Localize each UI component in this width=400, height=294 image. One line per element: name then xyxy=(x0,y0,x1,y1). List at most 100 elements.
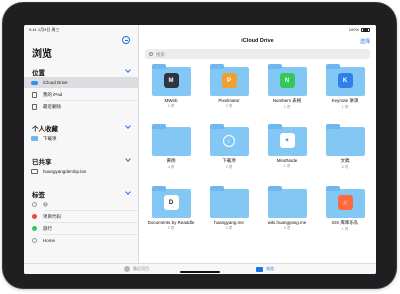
file-name: 下载项 xyxy=(222,158,236,163)
clock-icon xyxy=(124,266,130,272)
chevron-down-icon[interactable] xyxy=(125,67,131,73)
folder-item-mindnode[interactable]: ✦ MindNode 1 项 xyxy=(259,124,315,169)
file-meta: 1 项 xyxy=(283,164,291,168)
chevron-down-icon[interactable] xyxy=(125,156,131,162)
file-name: Documents by Readdle xyxy=(147,220,195,225)
section-favorites: 个人收藏 xyxy=(32,126,58,133)
folder-item-pixelmator[interactable]: P Pixelmator 0 项 xyxy=(201,64,257,109)
file-name: 文稿 xyxy=(340,158,350,163)
folder-icon: N xyxy=(267,64,307,96)
folder-item-keynote[interactable]: K Keynote 讲演 1 项 xyxy=(317,64,373,110)
app-badge-icon: P xyxy=(221,73,237,88)
sidebar-item-label: huangyangdembp.lan xyxy=(43,169,87,174)
file-meta: 3 项 xyxy=(225,226,233,230)
folder-item-documents-readdle[interactable]: D Documents by Readdle 0 项 xyxy=(143,186,199,231)
sidebar-item-tag[interactable]: 😃 xyxy=(24,199,138,210)
tab-recents[interactable]: 最近项目 xyxy=(124,266,149,272)
home-indicator[interactable] xyxy=(180,271,220,273)
tab-browse[interactable]: 浏览 xyxy=(256,266,274,272)
status-bar: 9:41 1月9日 周三 100% xyxy=(24,25,376,34)
sidebar-item-downloads[interactable]: 下载项 xyxy=(24,133,138,144)
sidebar-item-label: 我的 iPad xyxy=(43,91,63,97)
folder-item-huangyang[interactable]: 黄杨 4 项 xyxy=(143,124,199,170)
more-options-icon[interactable] xyxy=(122,36,130,44)
sidebar-item-label: iCloud Drive xyxy=(43,80,68,85)
section-locations: 位置 xyxy=(32,70,45,77)
folder-icon: K xyxy=(325,64,365,96)
folder-icon: D xyxy=(151,186,191,218)
file-meta: 0 项 xyxy=(225,104,233,108)
folder-icon: ↓ xyxy=(209,124,249,156)
app-badge-icon: N xyxy=(279,73,295,88)
folder-icon: ✦ xyxy=(267,124,307,156)
sidebar-item-tag[interactable]: 项目代码 xyxy=(24,211,138,222)
folder-item-mweb[interactable]: M MWeb 2 项 xyxy=(143,64,199,109)
section-shared: 已共享 xyxy=(32,159,52,166)
file-name: Pixelmator xyxy=(218,98,240,103)
sidebar-item-recently-deleted[interactable]: 最近删除 xyxy=(24,101,138,112)
page-title: iCloud Drive xyxy=(241,38,274,44)
sidebar-item-my-ipad[interactable]: 我的 iPad xyxy=(24,89,138,100)
search-icon xyxy=(149,52,153,56)
folder-item-numbers[interactable]: N Numbers 表格 1 项 xyxy=(259,64,315,110)
sidebar-item-label: 下载项 xyxy=(43,135,57,141)
file-meta: 1 项 xyxy=(341,227,349,231)
folder-item-garageband[interactable]: ♫ iOS 库库乐队 1 项 xyxy=(317,186,373,232)
file-name: wiki.huangyang.me xyxy=(267,220,307,225)
file-name: 黄杨 xyxy=(166,158,176,163)
sidebar-item-label: 😃 xyxy=(43,201,48,207)
search-input[interactable] xyxy=(156,51,336,57)
app-badge-icon: K xyxy=(337,73,353,88)
tag-dot-icon xyxy=(31,214,37,219)
search-bar[interactable] xyxy=(145,49,370,59)
app-badge-icon: ♫ xyxy=(337,195,353,210)
chevron-down-icon[interactable] xyxy=(125,189,131,195)
folder-icon xyxy=(151,124,191,156)
ipad-screen: 9:41 1月9日 周三 100% 浏览 位置 iCloud Drive 我的 … xyxy=(24,25,376,274)
folder-item-huangyang-me[interactable]: huangyang.me 3 项 xyxy=(201,186,257,231)
folder-icon xyxy=(209,186,249,218)
folder-item-downloads[interactable]: ↓ 下载项 2 项 xyxy=(201,124,257,170)
download-arrow-icon: ↓ xyxy=(222,135,235,147)
file-meta: 2 项 xyxy=(167,104,175,108)
server-icon xyxy=(30,169,38,174)
chevron-down-icon[interactable] xyxy=(125,123,131,129)
app-badge-icon: M xyxy=(163,73,179,88)
folder-icon xyxy=(30,136,38,141)
section-tags: 标签 xyxy=(32,192,45,199)
sidebar-item-label: Home xyxy=(43,238,56,243)
app-badge-icon: D xyxy=(163,195,179,210)
file-meta: 6 项 xyxy=(341,165,349,169)
file-meta: 2 项 xyxy=(225,165,233,169)
file-meta: 1 项 xyxy=(283,105,291,109)
battery-icon xyxy=(361,27,370,32)
sidebar-item-icloud-drive[interactable]: iCloud Drive xyxy=(24,77,138,88)
folder-item-wiki[interactable]: wiki.huangyang.me 5 项 xyxy=(259,186,315,231)
folder-item-documents[interactable]: 文稿 6 项 xyxy=(317,124,373,170)
app-badge-icon: ✦ xyxy=(279,133,295,148)
folder-icon: ♫ xyxy=(325,186,365,218)
sidebar-item-server[interactable]: huangyangdembp.lan xyxy=(24,166,138,177)
file-name: Keynote 讲演 xyxy=(331,98,359,103)
sidebar-item-tag[interactable]: Home xyxy=(24,235,138,246)
file-meta: 0 项 xyxy=(167,226,175,230)
folder-icon xyxy=(267,186,307,218)
status-right: 100% xyxy=(349,27,370,32)
sidebar-item-label: 旅行 xyxy=(43,225,52,231)
main-pane: iCloud Drive 选择 M MWeb 2 项 P xyxy=(139,25,376,274)
folder-icon xyxy=(256,266,263,272)
folder-icon: M xyxy=(151,64,191,96)
sidebar-item-tag[interactable]: 旅行 xyxy=(24,223,138,234)
sidebar: 浏览 位置 iCloud Drive 我的 iPad 最近删除 个人收藏 下载项 xyxy=(24,25,139,274)
file-name: MindNode xyxy=(276,158,298,163)
folder-icon xyxy=(325,124,365,156)
select-button[interactable]: 选择 xyxy=(360,38,370,45)
tag-dot-icon xyxy=(31,202,37,207)
status-time: 9:41 1月9日 周三 xyxy=(29,27,60,32)
tag-dot-icon xyxy=(31,238,37,243)
sidebar-item-label: 项目代码 xyxy=(43,213,61,219)
sidebar-title: 浏览 xyxy=(32,49,52,60)
ipad-icon xyxy=(31,91,37,98)
trash-icon xyxy=(31,103,37,110)
folder-icon: P xyxy=(209,64,249,96)
